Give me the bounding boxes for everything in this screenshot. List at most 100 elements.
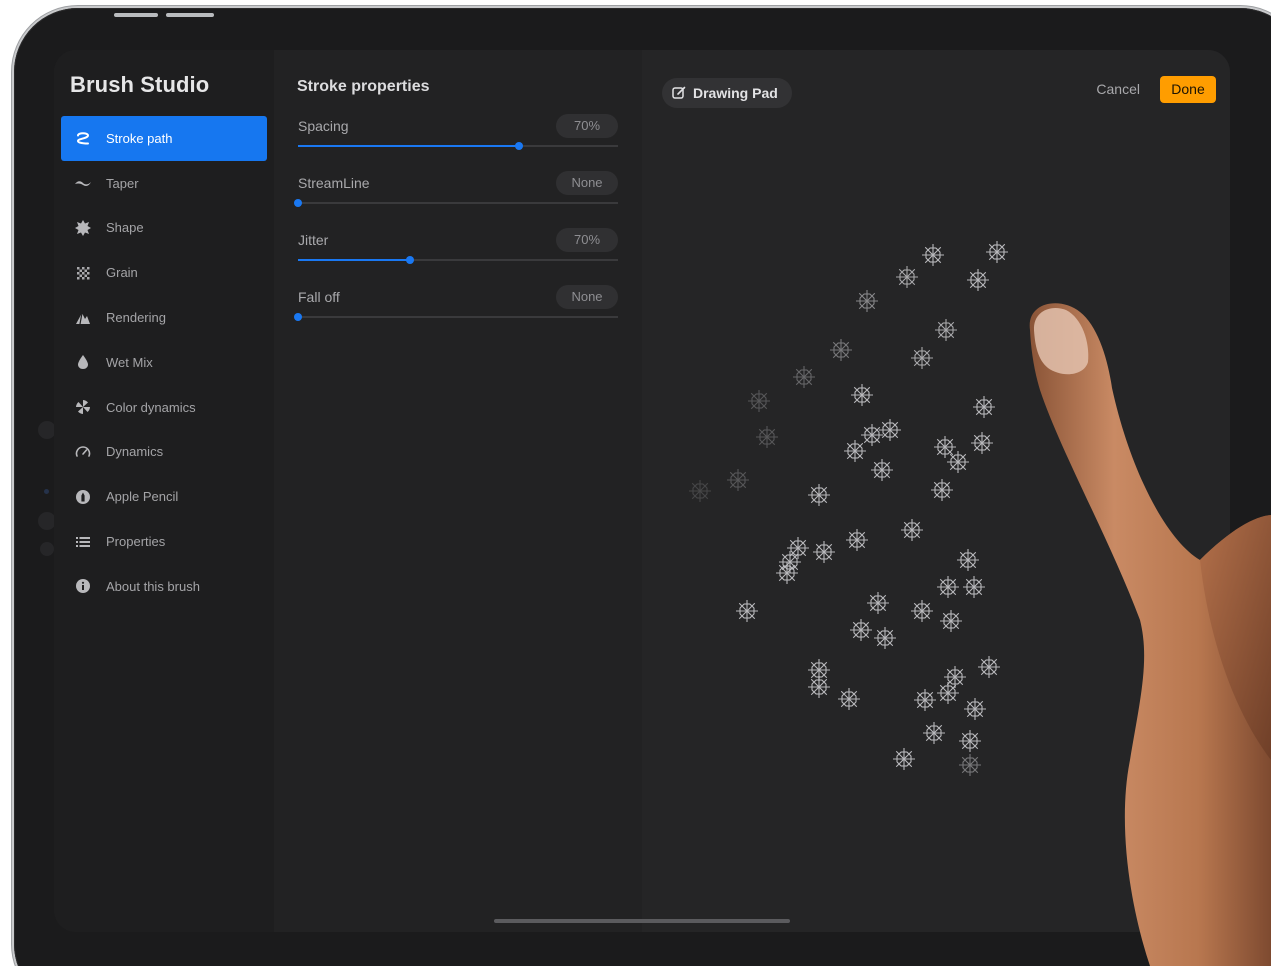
snowflake-stamp: [808, 484, 830, 506]
done-button[interactable]: Done: [1160, 76, 1216, 103]
drawing-pad-canvas[interactable]: Drawing Pad Cancel Done: [494, 50, 1230, 932]
sidebar-item-label: Properties: [106, 534, 166, 550]
edit-icon: [672, 86, 686, 100]
brush-preview-strokes: [689, 241, 1008, 776]
snowflake-stamp: [957, 549, 979, 571]
slider-thumb[interactable]: [294, 199, 302, 207]
snowflake-stamp: [844, 440, 866, 462]
slider-value-pill[interactable]: None: [556, 171, 618, 195]
jitter-slider[interactable]: Jitter 70%: [298, 228, 618, 274]
snowflake-stamp: [850, 619, 872, 641]
slider-track[interactable]: [294, 313, 618, 321]
snowflake-stamp: [944, 666, 966, 688]
sidebar-item-label: Color dynamics: [106, 399, 196, 415]
sidebar-item-dynamics[interactable]: Dynamics: [61, 430, 267, 475]
slider-value-pill[interactable]: 70%: [556, 228, 618, 252]
snowflake-stamp: [756, 426, 778, 448]
snowflake-stamp: [964, 698, 986, 720]
shape-icon: [75, 219, 91, 236]
snowflake-stamp: [893, 748, 915, 770]
sidebar-item-label: Taper: [106, 175, 139, 191]
snowflake-stamp: [931, 479, 953, 501]
slider-label: Spacing: [298, 118, 349, 134]
slider-track[interactable]: [298, 142, 618, 150]
snowflake-stamp: [986, 241, 1008, 263]
sidebar-item-stroke-path[interactable]: Stroke path: [61, 116, 267, 161]
snowflake-stamp: [856, 290, 878, 312]
sidebar-item-label: Grain: [106, 265, 138, 281]
app-title: Brush Studio: [70, 72, 210, 97]
brush-studio-sidebar: Brush Studio Stroke path Taper Shape Gra…: [54, 50, 274, 932]
sidebar-nav: Stroke path Taper Shape Grain Rendering …: [61, 116, 267, 609]
slider-fill: [298, 259, 410, 261]
snowflake-stamp: [937, 682, 959, 704]
slider-value-pill[interactable]: 70%: [556, 114, 618, 138]
slider-thumb[interactable]: [294, 313, 302, 321]
sidebar-item-label: Stroke path: [106, 130, 173, 146]
sidebar-item-grain[interactable]: Grain: [61, 250, 267, 295]
snowflake-stamp: [959, 754, 981, 776]
stroke-path-icon: [75, 130, 91, 146]
sidebar-item-label: Dynamics: [106, 444, 164, 460]
sidebar-item-properties[interactable]: Properties: [61, 519, 267, 564]
slider-label: Jitter: [298, 232, 329, 248]
snowflake-stamp: [978, 656, 1000, 678]
slider-thumb[interactable]: [514, 142, 523, 150]
snowflake-stamp: [830, 339, 852, 361]
slider-fill: [298, 145, 519, 147]
dynamics-icon: [75, 444, 91, 460]
slider-value-pill[interactable]: None: [556, 285, 618, 309]
sidebar-item-wet-mix[interactable]: Wet Mix: [61, 340, 267, 385]
panel-title: Stroke properties: [297, 78, 430, 95]
snowflake-stamp: [861, 424, 883, 446]
sidebar-item-label: Shape: [106, 220, 144, 236]
ipad-screen: Brush Studio Stroke path Taper Shape Gra…: [54, 50, 1230, 932]
slider-label: Fall off: [298, 289, 340, 305]
info-icon: [75, 578, 91, 594]
sidebar-item-label: Apple Pencil: [106, 489, 179, 505]
slider-track[interactable]: [294, 199, 618, 207]
properties-icon: [75, 534, 91, 550]
sidebar-item-label: Wet Mix: [106, 354, 153, 370]
sidebar-item-label: Rendering: [106, 310, 166, 326]
snowflake-stamp: [959, 730, 981, 752]
snowflake-stamp: [923, 722, 945, 744]
sidebar-item-shape[interactable]: Shape: [61, 206, 267, 251]
sidebar-item-rendering[interactable]: Rendering: [61, 295, 267, 340]
snowflake-stamp: [973, 396, 995, 418]
snowflake-stamp: [971, 432, 993, 454]
sidebar-item-about[interactable]: About this brush: [61, 564, 267, 609]
snowflake-stamp: [911, 347, 933, 369]
sidebar-item-color-dynamics[interactable]: Color dynamics: [61, 385, 267, 430]
snowflake-stamp: [736, 600, 758, 622]
snowflake-stamp: [776, 562, 798, 584]
streamline-slider[interactable]: StreamLine None: [294, 171, 618, 217]
snowflake-stamp: [934, 436, 956, 458]
snowflake-stamp: [911, 600, 933, 622]
snowflake-stamp: [922, 244, 944, 266]
slider-label: StreamLine: [298, 175, 370, 191]
grain-icon: [75, 265, 91, 281]
volume-button: [166, 13, 214, 17]
cancel-button[interactable]: Cancel: [1096, 81, 1140, 97]
snowflake-stamp: [727, 469, 749, 491]
snowflake-stamp: [874, 627, 896, 649]
snowflake-stamp: [748, 390, 770, 412]
snowflake-stamp: [937, 576, 959, 598]
slider-thumb[interactable]: [406, 256, 414, 264]
volume-button: [114, 13, 158, 17]
color-dynamics-icon: [75, 399, 91, 415]
snowflake-stamp: [846, 529, 868, 551]
spacing-slider[interactable]: Spacing 70%: [298, 114, 618, 160]
snowflake-stamp: [914, 689, 936, 711]
fall-off-slider[interactable]: Fall off None: [294, 285, 618, 331]
sidebar-item-apple-pencil[interactable]: Apple Pencil: [61, 474, 267, 519]
sidebar-item-taper[interactable]: Taper: [61, 161, 267, 206]
camera-indicator: [44, 489, 49, 494]
camera-flash: [40, 542, 54, 556]
snowflake-stamp: [851, 384, 873, 406]
snowflake-stamp: [808, 676, 830, 698]
apple-pencil-icon: [75, 489, 91, 505]
slider-track[interactable]: [298, 256, 618, 264]
drawing-pad-button[interactable]: Drawing Pad: [662, 78, 792, 108]
